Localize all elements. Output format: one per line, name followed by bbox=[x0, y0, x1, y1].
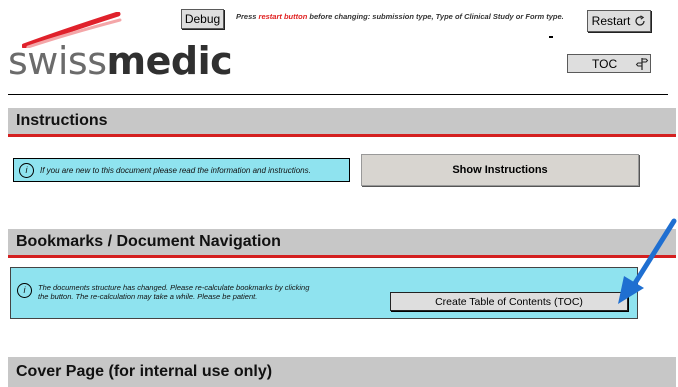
info-icon: i bbox=[17, 283, 32, 298]
debug-button[interactable]: Debug bbox=[181, 9, 224, 29]
section-bookmarks-header: Bookmarks / Document Navigation bbox=[8, 229, 676, 255]
logo-bold-text: medic bbox=[106, 39, 233, 83]
instructions-info-text: If you are new to this document please r… bbox=[40, 165, 311, 175]
toc-button[interactable]: TOC bbox=[567, 54, 651, 73]
info-icon: i bbox=[19, 162, 34, 178]
restart-notice: Press restart button before changing: su… bbox=[236, 12, 564, 21]
dash-mark bbox=[549, 36, 553, 38]
notice-suffix: before changing: submission type, Type o… bbox=[307, 12, 564, 21]
restart-label: Restart bbox=[591, 14, 631, 28]
arrow-icon bbox=[618, 218, 677, 304]
section-cover-header: Cover Page (for internal use only) bbox=[8, 357, 676, 387]
notice-highlight: restart button bbox=[258, 12, 308, 21]
instructions-info-box: i If you are new to this document please… bbox=[13, 158, 350, 182]
notice-prefix: Press bbox=[236, 12, 259, 21]
header-divider bbox=[8, 94, 668, 95]
logo-light-text: swiss bbox=[8, 39, 107, 83]
bookmarks-info-line1: The documents structure has changed. Ple… bbox=[38, 283, 310, 292]
section-divider bbox=[8, 255, 676, 258]
section-title: Cover Page (for internal use only) bbox=[16, 363, 273, 380]
restart-button[interactable]: Restart bbox=[587, 10, 651, 32]
bookmarks-info-box: i The documents structure has changed. P… bbox=[17, 283, 309, 301]
show-instructions-button[interactable]: Show Instructions bbox=[361, 154, 639, 186]
toc-label: TOC bbox=[592, 56, 618, 71]
signpost-icon bbox=[635, 57, 649, 70]
bookmarks-info-line2: the button. The re-calculation may take … bbox=[38, 292, 258, 301]
bookmarks-info-text: The documents structure has changed. Ple… bbox=[38, 283, 309, 301]
section-instructions-header: Instructions bbox=[8, 108, 676, 134]
section-title: Bookmarks / Document Navigation bbox=[16, 233, 281, 250]
refresh-icon bbox=[635, 15, 645, 26]
section-divider bbox=[8, 134, 676, 137]
logo: swissmedic bbox=[8, 39, 233, 83]
create-toc-button[interactable]: Create Table of Contents (TOC) bbox=[390, 292, 628, 311]
section-title: Instructions bbox=[16, 112, 108, 129]
